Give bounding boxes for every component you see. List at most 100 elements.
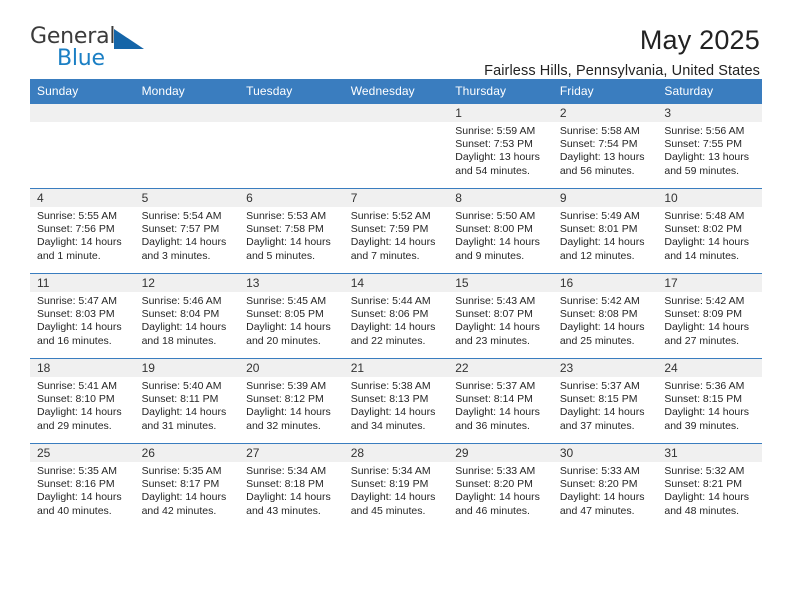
calendar-day-cell[interactable]: 12 Sunrise: 5:46 AM Sunset: 8:04 PM Dayligh…	[134, 273, 240, 359]
calendar-day-cell[interactable]: 20 Sunrise: 5:39 AM Sunset: 8:12 PM Dayligh…	[239, 358, 344, 444]
day-details: Sunrise: 5:46 AM Sunset: 8:04 PM Daylight:…	[135, 292, 240, 348]
calendar-week-row: 11 Sunrise: 5:47 AM Sunset: 8:03 PM Dayligh…	[30, 273, 762, 359]
calendar-day-cell[interactable]: 5 Sunrise: 5:54 AM Sunset: 7:57 PM Daylight…	[134, 188, 240, 274]
daylight-text: Daylight: 14 hours and 1 minute.	[37, 236, 122, 262]
day-cell-inner: 10 Sunrise: 5:48 AM Sunset: 8:02 PM Dayligh…	[657, 189, 762, 273]
sunrise-text: Sunrise: 5:37 AM	[559, 380, 640, 392]
sunrise-text: Sunrise: 5:38 AM	[350, 380, 431, 392]
day-number	[134, 104, 240, 122]
calendar-day-cell[interactable]: 13 Sunrise: 5:45 AM Sunset: 8:05 PM Dayligh…	[239, 273, 344, 359]
day-number: 5	[134, 189, 240, 207]
day-number: 8	[448, 189, 553, 207]
calendar-day-cell[interactable]: 31 Sunrise: 5:32 AM Sunset: 8:21 PM Dayligh…	[657, 443, 762, 528]
sunrise-text: Sunrise: 5:42 AM	[664, 295, 745, 307]
daylight-text: Daylight: 14 hours and 34 minutes.	[350, 406, 436, 432]
day-details: Sunrise: 5:44 AM Sunset: 8:06 PM Daylight:…	[344, 292, 449, 348]
day-cell-inner: 11 Sunrise: 5:47 AM Sunset: 8:03 PM Dayligh…	[30, 274, 135, 358]
daylight-text: Daylight: 14 hours and 42 minutes.	[141, 491, 227, 517]
sunrise-text: Sunrise: 5:42 AM	[559, 295, 640, 307]
day-cell-inner: 2 Sunrise: 5:58 AM Sunset: 7:54 PM Daylight…	[552, 104, 658, 188]
calendar-day-cell[interactable]: 9 Sunrise: 5:49 AM Sunset: 8:01 PM Daylight…	[552, 188, 658, 274]
calendar-day-cell[interactable]: 19 Sunrise: 5:40 AM Sunset: 8:11 PM Dayligh…	[134, 358, 240, 444]
sunrise-text: Sunrise: 5:52 AM	[350, 210, 431, 222]
sunrise-text: Sunrise: 5:32 AM	[664, 465, 745, 477]
day-number: 12	[134, 274, 240, 292]
daylight-text: Daylight: 14 hours and 43 minutes.	[246, 491, 331, 517]
day-number: 16	[552, 274, 658, 292]
calendar-day-cell[interactable]: 4 Sunrise: 5:55 AM Sunset: 7:56 PM Daylight…	[30, 188, 135, 274]
sunrise-text: Sunrise: 5:50 AM	[455, 210, 536, 222]
calendar-empty-cell	[343, 104, 449, 189]
calendar-day-cell[interactable]: 15 Sunrise: 5:43 AM Sunset: 8:07 PM Dayligh…	[448, 273, 553, 359]
calendar-header-row: Sunday Monday Tuesday Wednesday Thursday Frid…	[30, 79, 762, 104]
calendar-day-cell[interactable]: 29 Sunrise: 5:33 AM Sunset: 8:20 PM Dayligh…	[448, 443, 553, 528]
day-details: Sunrise: 5:49 AM Sunset: 8:01 PM Daylight:…	[553, 207, 658, 263]
day-cell-inner	[239, 104, 344, 188]
calendar-day-cell[interactable]: 11 Sunrise: 5:47 AM Sunset: 8:03 PM Dayligh…	[30, 273, 135, 359]
calendar-day-cell[interactable]: 10 Sunrise: 5:48 AM Sunset: 8:02 PM Dayligh…	[657, 188, 762, 274]
calendar-day-cell[interactable]: 3 Sunrise: 5:56 AM Sunset: 7:55 PM Daylight…	[657, 104, 762, 189]
calendar-day-cell[interactable]: 16 Sunrise: 5:42 AM Sunset: 8:08 PM Dayligh…	[552, 273, 658, 359]
sunset-text: Sunset: 8:16 PM	[37, 478, 115, 491]
day-details: Sunrise: 5:34 AM Sunset: 8:18 PM Daylight:…	[239, 462, 344, 518]
weekday-header-tuesday: Tuesday	[239, 79, 344, 104]
sunrise-text: Sunrise: 5:46 AM	[141, 295, 222, 307]
calendar-day-cell[interactable]: 30 Sunrise: 5:33 AM Sunset: 8:20 PM Dayligh…	[552, 443, 658, 528]
day-details: Sunrise: 5:42 AM Sunset: 8:08 PM Daylight:…	[553, 292, 658, 348]
day-cell-inner: 7 Sunrise: 5:52 AM Sunset: 7:59 PM Daylight…	[343, 189, 449, 273]
calendar-day-cell[interactable]: 23 Sunrise: 5:37 AM Sunset: 8:15 PM Dayligh…	[552, 358, 658, 444]
calendar-day-cell[interactable]: 18 Sunrise: 5:41 AM Sunset: 8:10 PM Dayligh…	[30, 358, 135, 444]
calendar-day-cell[interactable]: 27 Sunrise: 5:34 AM Sunset: 8:18 PM Dayligh…	[239, 443, 344, 528]
day-cell-inner: 1 Sunrise: 5:59 AM Sunset: 7:53 PM Daylight…	[448, 104, 553, 188]
day-details: Sunrise: 5:37 AM Sunset: 8:15 PM Daylight:…	[553, 377, 658, 433]
sunset-text: Sunset: 8:14 PM	[455, 393, 533, 406]
day-details: Sunrise: 5:59 AM Sunset: 7:53 PM Daylight:…	[448, 122, 553, 178]
sunset-text: Sunset: 8:10 PM	[37, 393, 115, 406]
day-details: Sunrise: 5:36 AM Sunset: 8:15 PM Daylight:…	[657, 377, 762, 433]
calendar-day-cell[interactable]: 14 Sunrise: 5:44 AM Sunset: 8:06 PM Dayligh…	[343, 273, 449, 359]
sunrise-text: Sunrise: 5:33 AM	[559, 465, 640, 477]
sunrise-text: Sunrise: 5:53 AM	[246, 210, 327, 222]
daylight-text: Daylight: 14 hours and 14 minutes.	[664, 236, 750, 262]
day-number: 21	[343, 359, 449, 377]
day-details: Sunrise: 5:35 AM Sunset: 8:16 PM Daylight:…	[30, 462, 135, 518]
day-details: Sunrise: 5:54 AM Sunset: 7:57 PM Daylight:…	[135, 207, 240, 263]
daylight-text: Daylight: 13 hours and 54 minutes.	[455, 151, 540, 177]
sunset-text: Sunset: 8:21 PM	[664, 478, 743, 491]
calendar-day-cell[interactable]: 1 Sunrise: 5:59 AM Sunset: 7:53 PM Daylight…	[448, 104, 553, 189]
day-number: 3	[657, 104, 762, 122]
calendar-day-cell[interactable]: 17 Sunrise: 5:42 AM Sunset: 8:09 PM Dayligh…	[657, 273, 762, 359]
calendar-day-cell[interactable]: 22 Sunrise: 5:37 AM Sunset: 8:14 PM Dayligh…	[448, 358, 553, 444]
sunrise-text: Sunrise: 5:43 AM	[455, 295, 536, 307]
sunrise-text: Sunrise: 5:48 AM	[664, 210, 745, 222]
daylight-text: Daylight: 13 hours and 59 minutes.	[664, 151, 750, 177]
sunrise-text: Sunrise: 5:54 AM	[141, 210, 222, 222]
calendar-day-cell[interactable]: 28 Sunrise: 5:34 AM Sunset: 8:19 PM Dayligh…	[343, 443, 449, 528]
day-cell-inner: 14 Sunrise: 5:44 AM Sunset: 8:06 PM Dayligh…	[343, 274, 449, 358]
sunset-text: Sunset: 7:57 PM	[141, 223, 220, 236]
day-number: 24	[657, 359, 762, 377]
calendar-day-cell[interactable]: 8 Sunrise: 5:50 AM Sunset: 8:00 PM Daylight…	[448, 188, 553, 274]
calendar-day-cell[interactable]: 6 Sunrise: 5:53 AM Sunset: 7:58 PM Daylight…	[239, 188, 344, 274]
weekday-header-monday: Monday	[134, 79, 240, 104]
daylight-text: Daylight: 14 hours and 32 minutes.	[246, 406, 331, 432]
calendar-day-cell[interactable]: 24 Sunrise: 5:36 AM Sunset: 8:15 PM Dayligh…	[657, 358, 762, 444]
calendar-day-cell[interactable]: 21 Sunrise: 5:38 AM Sunset: 8:13 PM Dayligh…	[343, 358, 449, 444]
day-number: 14	[343, 274, 449, 292]
sunset-text: Sunset: 8:06 PM	[350, 308, 429, 321]
calendar-day-cell[interactable]: 2 Sunrise: 5:58 AM Sunset: 7:54 PM Daylight…	[552, 104, 658, 189]
sunset-text: Sunset: 8:04 PM	[141, 308, 220, 321]
sunset-text: Sunset: 7:55 PM	[664, 138, 743, 151]
calendar-day-cell[interactable]: 25 Sunrise: 5:35 AM Sunset: 8:16 PM Dayligh…	[30, 443, 135, 528]
day-cell-inner: 8 Sunrise: 5:50 AM Sunset: 8:00 PM Daylight…	[448, 189, 553, 273]
sunset-text: Sunset: 7:58 PM	[246, 223, 324, 236]
day-cell-inner: 9 Sunrise: 5:49 AM Sunset: 8:01 PM Daylight…	[552, 189, 658, 273]
calendar-day-cell[interactable]: 26 Sunrise: 5:35 AM Sunset: 8:17 PM Dayligh…	[134, 443, 240, 528]
daylight-text: Daylight: 14 hours and 16 minutes.	[37, 321, 122, 347]
logo-general-blue[interactable]: General Blue	[30, 26, 160, 78]
day-details: Sunrise: 5:32 AM Sunset: 8:21 PM Daylight:…	[657, 462, 762, 518]
daylight-text: Daylight: 14 hours and 47 minutes.	[559, 491, 645, 517]
daylight-text: Daylight: 14 hours and 48 minutes.	[664, 491, 750, 517]
day-number	[343, 104, 449, 122]
calendar-day-cell[interactable]: 7 Sunrise: 5:52 AM Sunset: 7:59 PM Daylight…	[343, 188, 449, 274]
